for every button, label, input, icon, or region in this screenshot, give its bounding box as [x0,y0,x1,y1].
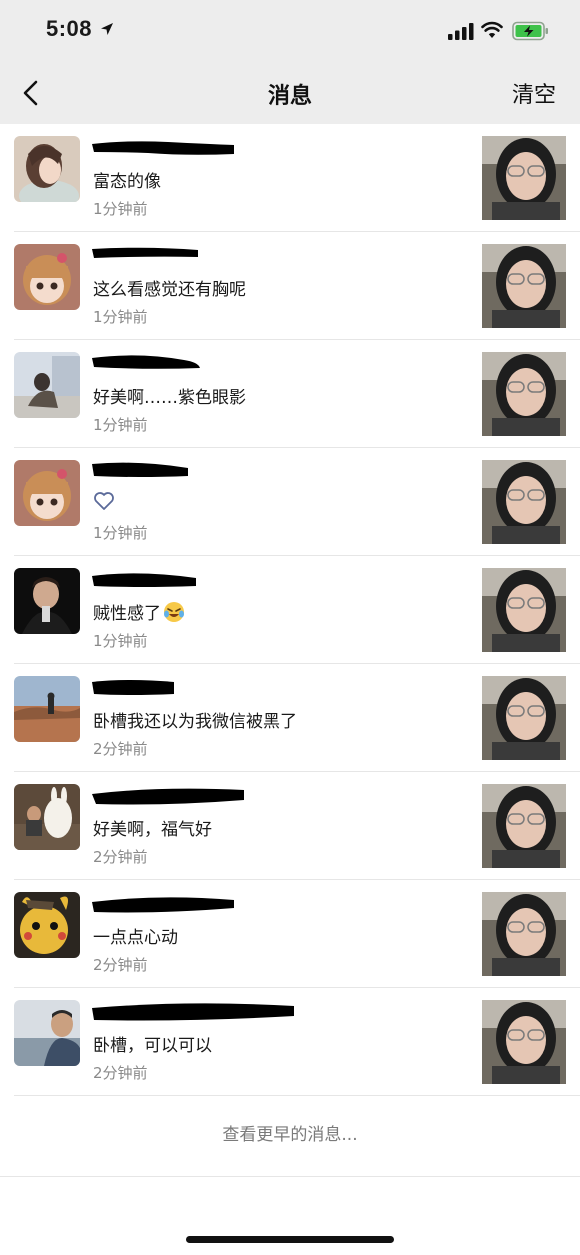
page-title: 消息 [267,84,312,109]
message-text: 这么看感觉还有胸呢 [93,280,246,300]
message-text: 卧槽我还以为我微信被黑了 [93,712,297,732]
battery-charging-icon [512,21,548,41]
post-thumbnail[interactable] [482,784,566,868]
message-time: 2分钟前 [93,848,148,866]
post-thumbnail[interactable] [482,892,566,976]
avatar[interactable] [14,1000,80,1066]
message-time: 2分钟前 [93,740,148,758]
post-thumbnail[interactable] [482,244,566,328]
message-time: 1分钟前 [93,524,148,542]
avatar[interactable] [14,244,80,310]
avatar[interactable] [14,784,80,850]
avatar[interactable] [14,136,80,202]
post-thumbnail[interactable] [482,568,566,652]
message-time: 1分钟前 [93,416,148,434]
message-time: 2分钟前 [93,956,148,974]
cellular-signal-icon [448,23,474,40]
redacted-username [92,462,188,477]
divider [0,1176,580,1177]
avatar[interactable] [14,568,80,634]
wifi-icon [481,21,503,38]
message-text [93,491,115,511]
message-time: 1分钟前 [93,632,148,650]
message-text: 贼性感了 [93,599,185,624]
message-row[interactable]: 卧槽，可以可以 2分钟前 [0,988,580,1096]
post-thumbnail[interactable] [482,460,566,544]
message-text: 卧槽，可以可以 [93,1036,212,1056]
redacted-username [92,141,234,155]
message-row[interactable]: 卧槽我还以为我微信被黑了 2分钟前 [0,664,580,772]
location-arrow-icon [101,23,113,35]
message-list: 富态的像 1分钟前 这么看感觉还有胸呢 1分钟前 好美啊……紫色眼影 1分钟前 … [0,124,580,1096]
post-thumbnail[interactable] [482,676,566,760]
heart-icon [94,492,114,510]
redacted-username [92,247,198,258]
avatar[interactable] [14,676,80,742]
redacted-username [92,355,200,369]
redacted-username [92,897,234,913]
load-earlier-messages-link[interactable]: 查看更早的消息... [0,1120,580,1145]
post-thumbnail[interactable] [482,136,566,220]
clear-button[interactable]: 清空 [512,77,556,109]
status-bar: 5:08 [0,0,580,62]
message-row[interactable]: 1分钟前 [0,448,580,556]
nav-bar: 消息 清空 [0,62,580,124]
status-time: 5:08 [46,16,93,41]
avatar[interactable] [14,892,80,958]
message-time: 1分钟前 [93,308,148,326]
message-text: 好美啊……紫色眼影 [93,388,246,408]
message-row[interactable]: 这么看感觉还有胸呢 1分钟前 [0,232,580,340]
redacted-username [92,680,174,695]
message-row[interactable]: 贼性感了 1分钟前 [0,556,580,664]
redacted-username [92,1003,294,1021]
message-row[interactable]: 好美啊……紫色眼影 1分钟前 [0,340,580,448]
redacted-username [92,573,196,587]
laughing-crying-emoji-icon [164,601,184,622]
message-row[interactable]: 好美啊，福气好 2分钟前 [0,772,580,880]
message-time: 2分钟前 [93,1064,148,1082]
message-time: 1分钟前 [93,200,148,218]
avatar[interactable] [14,352,80,418]
message-row[interactable]: 富态的像 1分钟前 [0,124,580,232]
message-text: 好美啊，福气好 [93,820,212,840]
post-thumbnail[interactable] [482,1000,566,1084]
post-thumbnail[interactable] [482,352,566,436]
message-row[interactable]: 一点点心动 2分钟前 [0,880,580,988]
message-text: 一点点心动 [93,928,178,948]
avatar[interactable] [14,460,80,526]
home-indicator[interactable] [186,1236,394,1243]
message-text: 富态的像 [93,172,161,192]
redacted-username [92,788,244,805]
